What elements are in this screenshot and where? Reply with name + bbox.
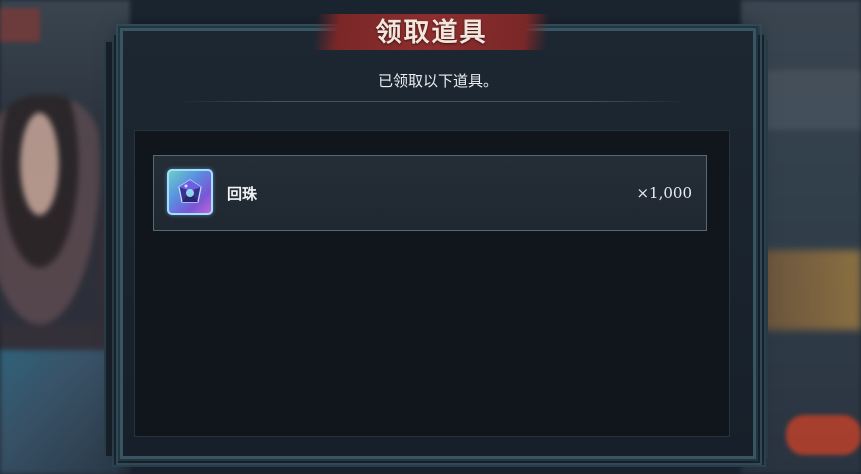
item-quantity: ×1,000	[636, 184, 692, 202]
background-character	[0, 95, 100, 325]
divider	[178, 101, 688, 102]
background-right-card	[756, 250, 861, 330]
background-badge	[0, 8, 40, 42]
background-left-panel	[0, 350, 120, 474]
item-name: 回珠	[227, 185, 258, 203]
reward-item-row[interactable]: 回珠 ×1,000	[153, 155, 707, 231]
background-right-button	[786, 415, 861, 455]
dialog-title: 领取道具	[375, 18, 488, 48]
dialog-message: 已领取以下道具。	[377, 72, 498, 90]
bead-gem-icon	[167, 169, 213, 215]
